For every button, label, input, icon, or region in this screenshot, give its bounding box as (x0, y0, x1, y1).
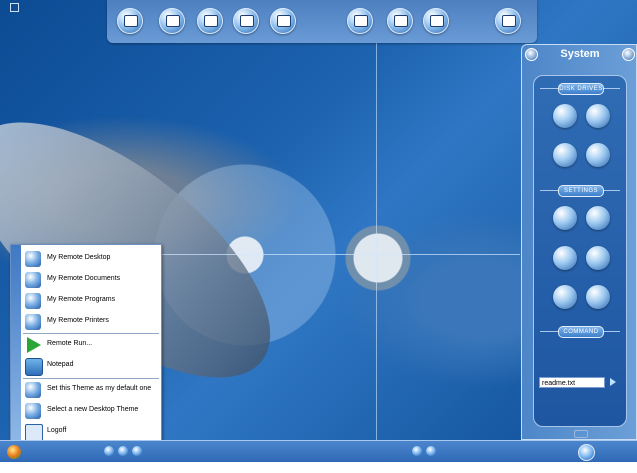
run-arrow-icon (27, 337, 41, 353)
remote-documents-icon (25, 272, 41, 288)
menu-item-remote-printers[interactable]: My Remote Printers (23, 312, 159, 332)
crosshair-vertical (376, 40, 377, 440)
section-disk-drives: DISK DRIVES (558, 83, 604, 95)
network-computer-icon[interactable] (117, 8, 143, 34)
menu-item-label: Logoff (47, 427, 67, 434)
menu-item-logoff[interactable]: Logoff (23, 422, 159, 442)
top-icon-toolbar (107, 0, 537, 43)
star-icon[interactable] (387, 8, 413, 34)
notepad-icon (25, 358, 43, 376)
globe-icon[interactable] (423, 8, 449, 34)
menu-item-set-default-theme[interactable]: Set this Theme as my default one (23, 380, 159, 400)
dvd-drive-icon[interactable] (586, 143, 610, 167)
monitor-icon[interactable] (159, 8, 185, 34)
globe-arrow-icon[interactable] (347, 8, 373, 34)
system-panel-title: System (560, 48, 600, 60)
taskbar (0, 440, 637, 463)
sound-icon[interactable] (586, 285, 610, 309)
remote-programs-icon (25, 293, 41, 309)
menu-item-label: My Remote Printers (47, 317, 109, 324)
documents-icon[interactable] (197, 8, 223, 34)
menu-item-label: My Remote Desktop (47, 254, 111, 261)
panel-close-icon[interactable] (622, 48, 635, 61)
tray-icon-2[interactable] (426, 446, 436, 456)
menu-item-select-theme[interactable]: Select a new Desktop Theme (23, 401, 159, 421)
menu-item-remote-run[interactable]: Remote Run... (23, 335, 159, 355)
system-panel-body: DISK DRIVES SETTINGS COMMAND readme.txt (533, 75, 627, 427)
start-menu: My Remote Desktop My Remote Documents My… (10, 244, 162, 444)
menu-item-remote-programs[interactable]: My Remote Programs (23, 291, 159, 311)
theme-select-icon (25, 403, 41, 419)
cd-drive-icon[interactable] (553, 143, 577, 167)
command-go-arrow-icon[interactable] (610, 378, 616, 386)
start-orb-icon[interactable] (7, 445, 21, 459)
network-settings-icon[interactable] (586, 246, 610, 270)
trash-icon[interactable] (495, 8, 521, 34)
crosshair-horizontal (160, 254, 520, 255)
menu-separator (23, 333, 159, 334)
menu-item-label: Remote Run... (47, 340, 93, 347)
display-settings-icon[interactable] (553, 206, 577, 230)
floppy-drive-icon[interactable] (553, 104, 577, 128)
menu-item-label: My Remote Programs (47, 296, 116, 303)
start-menu-side-strip (11, 245, 21, 443)
menu-item-label: My Remote Documents (47, 275, 121, 282)
menu-item-label: Select a new Desktop Theme (47, 406, 139, 413)
menu-item-notepad[interactable]: Notepad (23, 356, 159, 376)
text-settings-icon[interactable] (553, 246, 577, 270)
menu-item-label: Set this Theme as my default one (47, 385, 152, 392)
tray-icon-1[interactable] (412, 446, 422, 456)
remote-desktop-icon (25, 251, 41, 267)
quicklaunch-icon-3[interactable] (132, 446, 142, 456)
command-input[interactable]: readme.txt (539, 377, 605, 388)
theme-default-icon (25, 382, 41, 398)
settings-pencil-icon[interactable] (270, 8, 296, 34)
hard-drive-icon[interactable] (586, 104, 610, 128)
window-corner-icon[interactable] (10, 3, 19, 12)
menu-item-remote-desktop[interactable]: My Remote Desktop (23, 249, 159, 269)
globe-icon[interactable] (578, 444, 595, 461)
section-settings: SETTINGS (558, 185, 604, 197)
window-icon[interactable] (233, 8, 259, 34)
panel-resize-icon[interactable] (574, 430, 588, 438)
desktop-settings-icon[interactable] (586, 206, 610, 230)
section-command: COMMAND (558, 326, 604, 338)
quicklaunch-icon-1[interactable] (104, 446, 114, 456)
remote-printers-icon (25, 314, 41, 330)
printer-icon[interactable] (553, 285, 577, 309)
menu-item-remote-documents[interactable]: My Remote Documents (23, 270, 159, 290)
window-bottom-edge (0, 462, 637, 473)
menu-item-label: Notepad (47, 361, 74, 368)
menu-separator (23, 378, 159, 379)
system-panel: System DISK DRIVES SETTINGS COMMAND read… (521, 44, 637, 440)
quicklaunch-icon-2[interactable] (118, 446, 128, 456)
